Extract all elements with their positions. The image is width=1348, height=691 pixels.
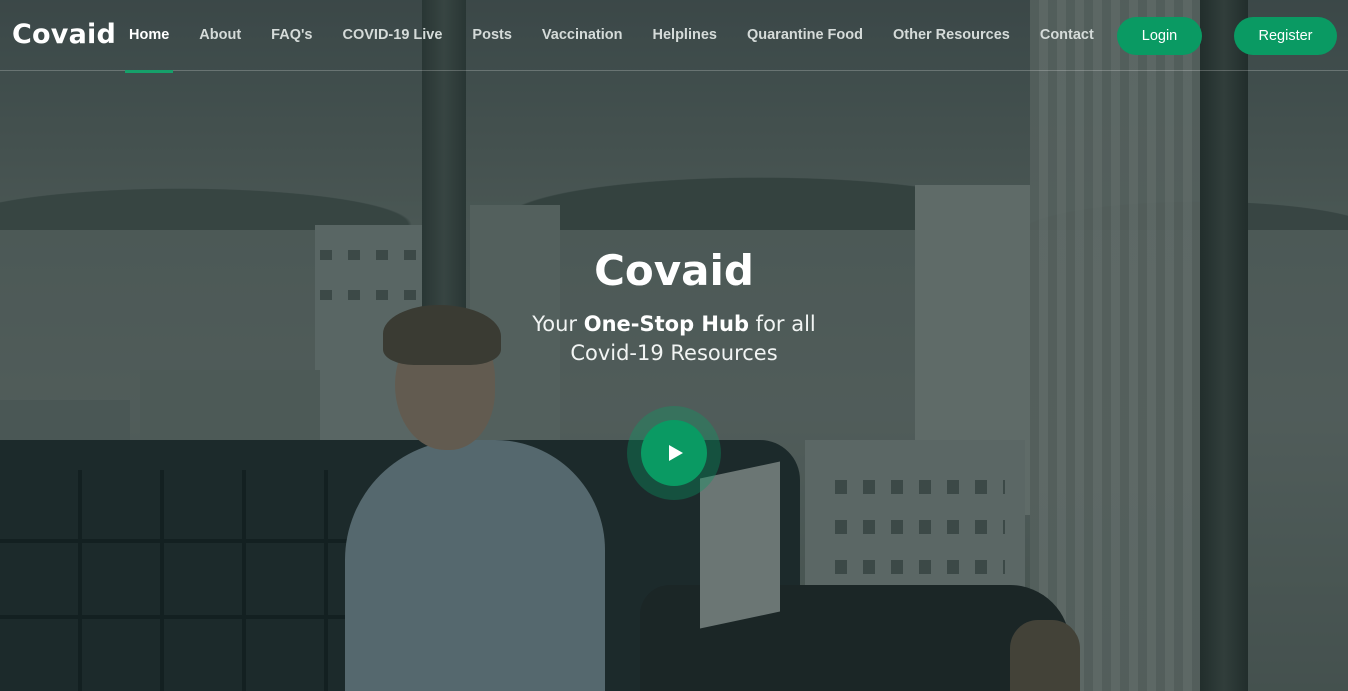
register-button[interactable]: Register — [1234, 17, 1337, 55]
play-video-button[interactable] — [627, 406, 721, 500]
site-header: Covaid Home About FAQ's COVID-19 Live Po… — [0, 0, 1348, 73]
play-button-circle[interactable] — [641, 420, 707, 486]
hero-subtitle: Your One-Stop Hub for all Covid-19 Resou… — [504, 310, 844, 368]
nav-covid-live[interactable]: COVID-19 Live — [343, 0, 443, 71]
hero-section: Covaid Your One-Stop Hub for all Covid-1… — [0, 240, 1348, 368]
site-logo[interactable]: Covaid — [12, 16, 116, 54]
nav-vaccination[interactable]: Vaccination — [542, 0, 623, 71]
nav-contact[interactable]: Contact — [1040, 0, 1094, 71]
login-button[interactable]: Login — [1117, 17, 1202, 55]
nav-other-resources[interactable]: Other Resources — [893, 0, 1010, 71]
nav-posts[interactable]: Posts — [472, 0, 512, 71]
nav-quarantine-food[interactable]: Quarantine Food — [747, 0, 863, 71]
nav-helplines[interactable]: Helplines — [653, 0, 717, 71]
main-nav: Home About FAQ's COVID-19 Live Posts Vac… — [124, 0, 1124, 73]
page: Covaid Home About FAQ's COVID-19 Live Po… — [0, 0, 1348, 691]
hero-subtitle-bold: One-Stop Hub — [583, 312, 749, 336]
hero-subtitle-pre: Your — [532, 312, 584, 336]
nav-faqs[interactable]: FAQ's — [271, 0, 312, 71]
hero-title: Covaid — [594, 246, 754, 295]
nav-home[interactable]: Home — [124, 0, 174, 73]
nav-about[interactable]: About — [199, 0, 241, 71]
play-icon — [669, 445, 683, 461]
